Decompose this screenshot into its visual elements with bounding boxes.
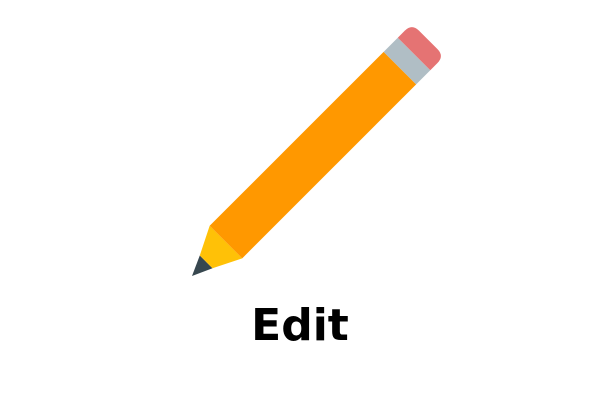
edit-tile[interactable]: Edit (0, 0, 600, 400)
pencil-body (209, 51, 417, 259)
edit-label: Edit (251, 300, 349, 351)
